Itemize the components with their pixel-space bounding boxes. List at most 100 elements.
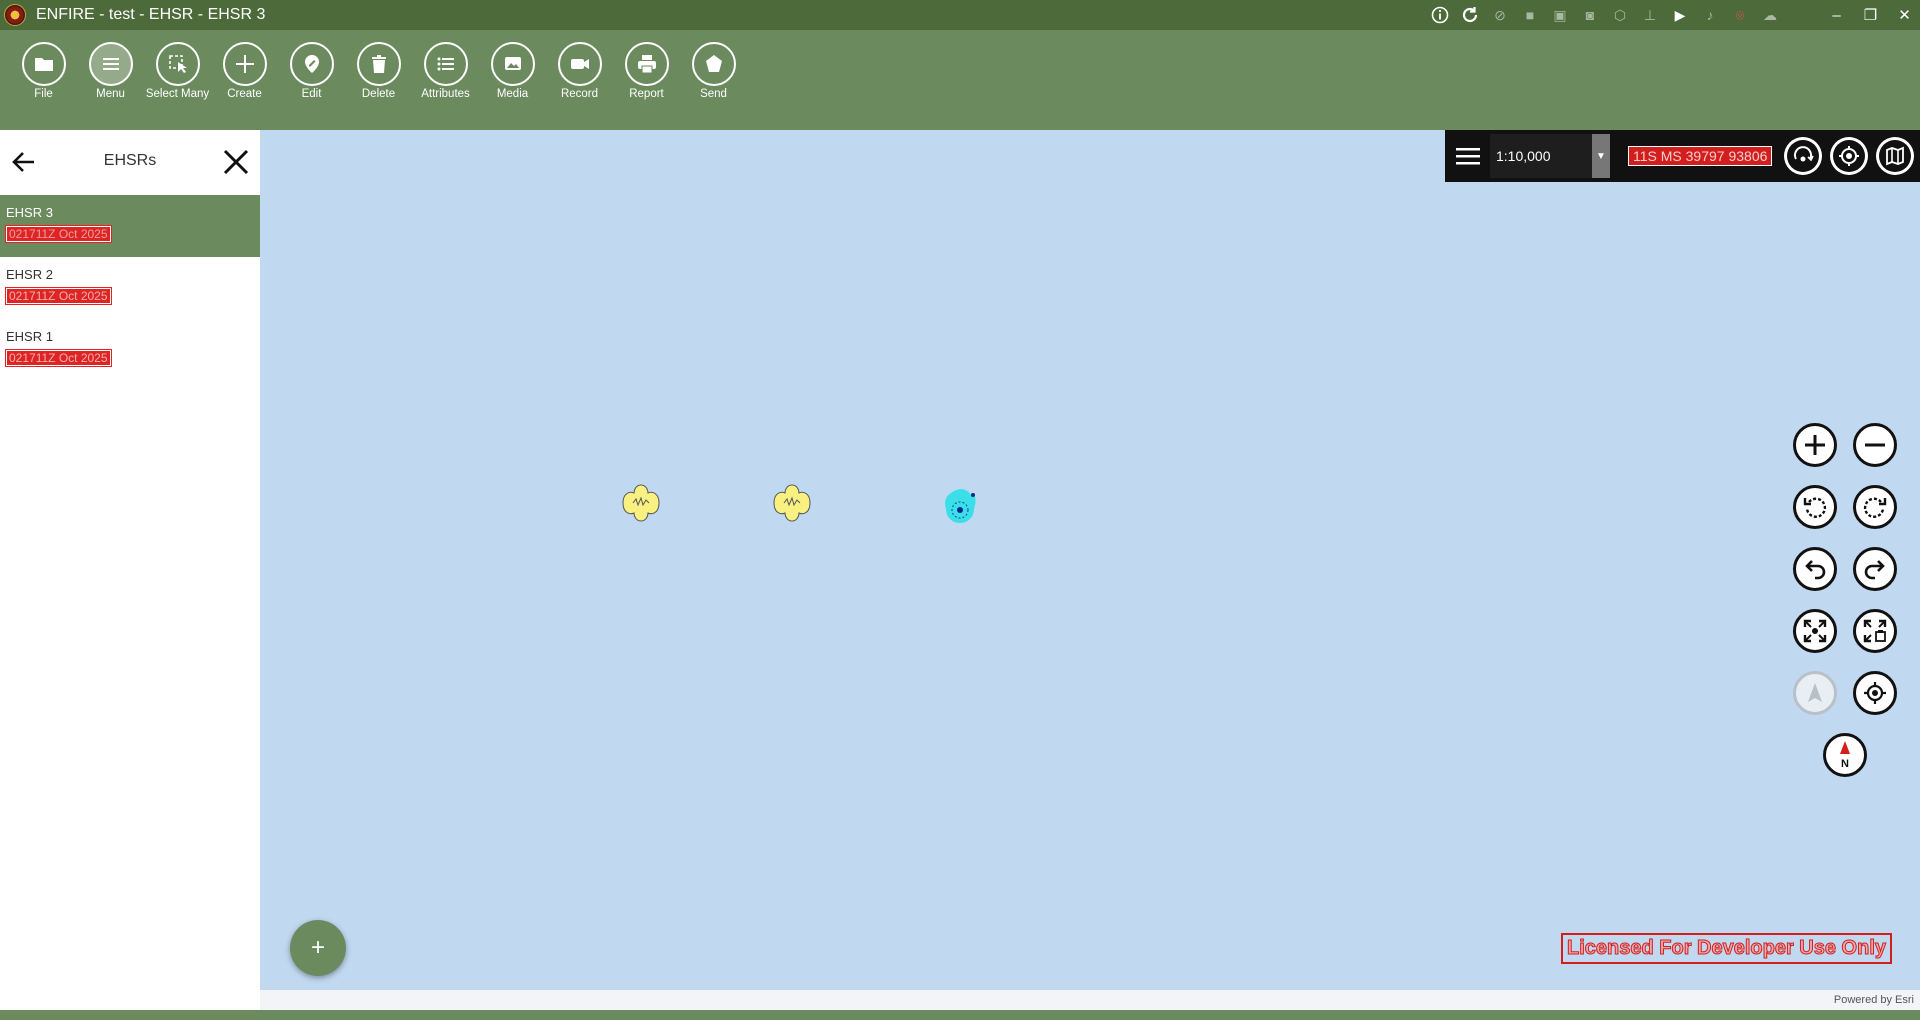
list-item-ehsr-3[interactable]: EHSR 3 021711Z Oct 2025 [0,195,260,257]
rotate-left-icon [1803,497,1827,518]
restore-button[interactable]: ❐ [1855,0,1886,30]
satellite-icon[interactable]: ⊘ [1490,5,1510,25]
scale-select[interactable]: 1:10,000 [1490,134,1592,178]
binoculars-icon[interactable]: ◙ [1580,5,1600,25]
select-many-label: Select Many [145,88,210,100]
report-button[interactable]: Report [613,30,680,130]
menu-button[interactable]: Menu [77,30,144,130]
redo-icon [1864,560,1885,580]
zoom-out-button[interactable] [1853,423,1897,467]
orbit-button[interactable] [1784,137,1823,175]
microphone-icon[interactable]: ♪ [1700,5,1720,25]
undo-icon [1805,560,1826,580]
delete-button[interactable]: Delete [345,30,412,130]
zoom-in-button[interactable] [1793,423,1837,467]
basemap-icon [1879,140,1912,172]
video-camera-icon [557,42,602,86]
ehsr-name: EHSR 1 [6,329,53,344]
status-icons: ⊘ ■ ▣ ◙ ⬡ ⊥ ▶ ♪ ⌾ ☁ [1430,0,1780,30]
basemap-button[interactable] [1876,137,1915,175]
map-view[interactable]: 1:10,000 ▼ 11S MS 39797 93806 N + Licens… [260,130,1920,990]
rotate-right-button[interactable] [1853,485,1897,529]
gps-target-icon [1833,140,1866,172]
full-extent-icon [1803,619,1827,643]
record-label: Record [560,88,599,100]
refresh-icon[interactable] [1460,5,1480,25]
trash-icon [356,42,401,86]
navigation-button[interactable] [1793,671,1837,715]
zoom-out-icon [1865,443,1885,447]
create-button[interactable]: Create [211,30,278,130]
map-menu-icon[interactable] [1445,130,1490,182]
close-icon[interactable] [220,146,252,178]
ehsr-name: EHSR 2 [6,267,53,282]
delete-label: Delete [361,88,396,100]
enfire-logo-icon [4,4,26,26]
title-bar: ENFIRE - test - EHSR - EHSR 3 ⊘ ■ ▣ ◙ ⬡ … [0,0,1920,30]
north-arrow-icon: N [1840,741,1850,770]
hazard-marker-1[interactable] [620,482,662,529]
add-feature-button[interactable]: + [290,920,346,976]
window-controls: – ❐ ✕ [1818,0,1920,30]
close-window-button[interactable]: ✕ [1889,0,1920,30]
gps-target-button[interactable] [1830,137,1869,175]
select-many-icon [155,42,200,86]
printer-icon [624,42,669,86]
ehsr-list: EHSR 3 021711Z Oct 2025 EHSR 2 021711Z O… [0,195,260,381]
full-extent-button[interactable] [1793,609,1837,653]
select-many-button[interactable]: Select Many [144,30,211,130]
ehsr-panel: EHSRs EHSR 3 021711Z Oct 2025 EHSR 2 021… [0,130,260,1010]
minimize-button[interactable]: – [1821,0,1852,30]
folder-icon [21,42,66,86]
video-icon[interactable]: ■ [1520,5,1540,25]
rotate-right-icon [1863,497,1887,518]
license-watermark: Licensed For Developer Use Only [1561,933,1892,964]
navigation-arrow-icon [1808,683,1822,702]
undo-button[interactable] [1793,547,1837,591]
wifi-alert-icon[interactable]: ⌾ [1730,5,1750,25]
camera-icon[interactable]: ▣ [1550,5,1570,25]
info-icon[interactable] [1430,5,1450,25]
file-label: File [34,88,53,100]
edit-button[interactable]: Edit [278,30,345,130]
ehsr-name: EHSR 3 [6,205,53,220]
send-button[interactable]: Send [680,30,747,130]
media-button[interactable]: Media [479,30,546,130]
edit-label: Edit [301,88,322,100]
send-icon [691,42,736,86]
menu-label: Menu [96,88,125,100]
zoom-extent-button[interactable] [1853,609,1897,653]
chevron-down-icon[interactable]: ▼ [1592,134,1610,178]
selected-ehsr-marker[interactable] [936,483,984,536]
list-item-ehsr-1[interactable]: EHSR 1 021711Z Oct 2025 [0,319,260,381]
orbit-icon [1787,140,1820,172]
axes-icon[interactable]: ⊥ [1640,5,1660,25]
hazard-marker-2[interactable] [771,482,813,529]
redo-button[interactable] [1853,547,1897,591]
list-item-ehsr-2[interactable]: EHSR 2 021711Z Oct 2025 [0,257,260,319]
window-title: ENFIRE - test - EHSR - EHSR 3 [36,6,266,23]
locate-button[interactable] [1853,671,1897,715]
camcorder-icon[interactable]: ▶ [1670,5,1690,25]
north-label: N [1841,758,1849,770]
cube-icon[interactable]: ⬡ [1610,5,1630,25]
cloud-icon[interactable]: ☁ [1760,5,1780,25]
menu-icon [88,42,133,86]
images-icon [490,42,535,86]
attributes-label: Attributes [421,88,470,100]
attributes-button[interactable]: Attributes [412,30,479,130]
rotate-left-button[interactable] [1793,485,1837,529]
esri-attribution: Powered by Esri [260,990,1920,1010]
map-top-bar: 1:10,000 ▼ 11S MS 39797 93806 [1445,130,1920,182]
north-button[interactable]: N [1823,733,1867,777]
send-label: Send [700,88,727,100]
zoom-extent-icon [1863,619,1887,643]
main-toolbar: File Menu Select Many Create Edit Delete… [0,30,1920,130]
record-button[interactable]: Record [546,30,613,130]
ehsr-timestamp: 021711Z Oct 2025 [5,225,112,243]
bottom-strip [0,1010,1920,1020]
media-label: Media [496,88,529,100]
panel-header: EHSRs [0,130,260,194]
file-button[interactable]: File [10,30,77,130]
coordinate-readout: 11S MS 39797 93806 [1628,146,1773,166]
